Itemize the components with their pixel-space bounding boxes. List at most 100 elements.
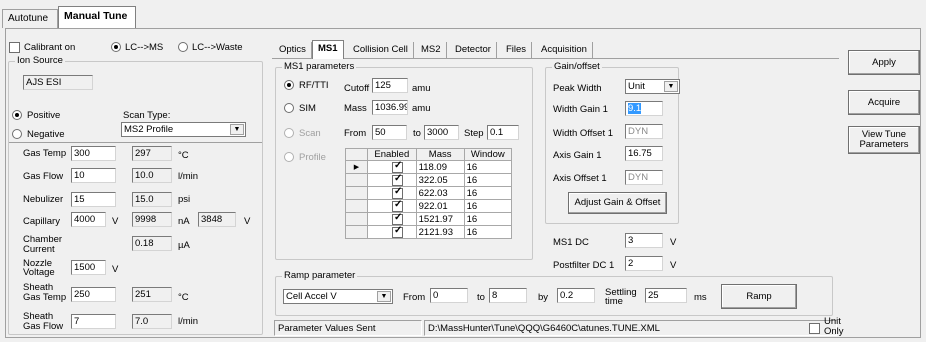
rf-tti-radio[interactable] [284, 80, 294, 90]
enabled-cell[interactable] [367, 173, 417, 187]
postfilter-label: Postfilter DC 1 [553, 260, 615, 271]
scan-radio[interactable] [284, 128, 294, 138]
ramp-to-input[interactable]: 8 [489, 288, 527, 303]
adjust-gain-offset-button[interactable]: Adjust Gain & Offset [568, 192, 667, 214]
enabled-checkbox[interactable] [392, 212, 403, 225]
unit-only-label-2: Only [824, 326, 844, 337]
status-message: Parameter Values Sent [274, 320, 422, 336]
header-corner [345, 148, 368, 161]
ramp-from-label: From [403, 292, 426, 303]
axis-offset-input[interactable]: DYN [625, 170, 663, 185]
lc-waste-radio[interactable] [178, 42, 188, 52]
table-row[interactable]: 622.03 16 [345, 186, 513, 200]
positive-radio[interactable] [12, 110, 22, 120]
table-row[interactable]: ▶ 118.09 16 [345, 160, 513, 174]
lc-ms-radio[interactable] [111, 42, 121, 52]
apply-button[interactable]: Apply [848, 50, 920, 75]
mass-cell[interactable]: 2121.93 [415, 225, 465, 239]
width-gain-input[interactable]: 9.1 [625, 101, 663, 116]
enabled-checkbox[interactable] [392, 225, 403, 238]
tab-acquisition[interactable]: Acquisition [536, 42, 593, 58]
capillary-input[interactable]: 4000 [71, 212, 106, 227]
sheath-temp-input[interactable]: 250 [71, 287, 116, 302]
sheath-temp-unit: °C [178, 292, 189, 303]
width-gain-label: Width Gain 1 [553, 104, 608, 115]
ramp-by-input[interactable]: 0.2 [557, 288, 595, 303]
gas-temp-input[interactable]: 300 [71, 146, 116, 161]
mass-cell[interactable]: 622.03 [415, 186, 465, 200]
scan-to-input[interactable]: 3000 [424, 125, 459, 140]
window-cell[interactable]: 16 [463, 225, 513, 239]
enabled-cell[interactable] [367, 212, 417, 226]
ramp-parameter-select[interactable]: Cell Accel V ▼ [283, 289, 393, 304]
tab-files-label: Files [506, 44, 527, 55]
peak-width-select[interactable]: Unit ▼ [625, 79, 680, 94]
table-row[interactable]: 1521.97 16 [345, 212, 513, 226]
tab-detector[interactable]: Detector [450, 42, 497, 58]
enabled-checkbox[interactable] [392, 199, 403, 212]
tab-autotune[interactable]: Autotune [2, 9, 58, 28]
postfilter-input[interactable]: 2 [625, 256, 663, 271]
window-cell[interactable]: 16 [463, 186, 513, 200]
unit-only-checkbox[interactable] [809, 323, 820, 334]
ramp-from-input[interactable]: 0 [430, 288, 468, 303]
chamber-unit: µA [178, 240, 190, 251]
sim-mass-input[interactable]: 1036.99 [372, 100, 408, 115]
gas-flow-input[interactable]: 10 [71, 168, 116, 183]
profile-radio[interactable] [284, 152, 294, 162]
ms1-dc-input[interactable]: 3 [625, 233, 663, 248]
cutoff-input[interactable]: 125 [372, 78, 408, 93]
enabled-cell[interactable] [367, 160, 417, 174]
tab-manual-tune[interactable]: Manual Tune [58, 6, 136, 29]
tab-files[interactable]: Files [501, 42, 533, 58]
sim-label: SIM [299, 103, 316, 114]
settling-time-input[interactable]: 25 [645, 288, 687, 303]
window-cell[interactable]: 16 [463, 173, 513, 187]
enabled-checkbox[interactable] [392, 173, 403, 186]
table-row[interactable]: 322.05 16 [345, 173, 513, 187]
row-header [345, 186, 368, 200]
enabled-checkbox[interactable] [392, 186, 403, 199]
enabled-cell[interactable] [367, 225, 417, 239]
tab-collision-cell[interactable]: Collision Cell [348, 42, 414, 58]
chevron-down-icon: ▼ [230, 124, 244, 135]
tab-optics[interactable]: Optics [274, 42, 312, 58]
enabled-cell[interactable] [367, 199, 417, 213]
ramp-button[interactable]: Ramp [721, 284, 797, 309]
window-cell[interactable]: 16 [463, 212, 513, 226]
scan-from-input[interactable]: 50 [372, 125, 407, 140]
acquire-button[interactable]: Acquire [848, 90, 920, 115]
tab-ms1[interactable]: MS1 [312, 40, 344, 59]
mass-cell[interactable]: 322.05 [415, 173, 465, 187]
tab-optics-label: Optics [279, 44, 306, 55]
view-tune-parameters-button[interactable]: View Tune Parameters [848, 126, 920, 154]
window-cell[interactable]: 16 [463, 199, 513, 213]
nozzle-input[interactable]: 1500 [71, 260, 106, 275]
width-offset-label: Width Offset 1 [553, 128, 614, 139]
calibrant-checkbox[interactable] [9, 42, 20, 53]
ms1-dc-label: MS1 DC [553, 237, 589, 248]
sheath-flow-label-2: Gas Flow [23, 321, 64, 332]
negative-radio[interactable] [12, 129, 22, 139]
scan-type-select[interactable]: MS2 Profile ▼ [121, 122, 246, 137]
enabled-cell[interactable] [367, 186, 417, 200]
width-offset-input[interactable]: DYN [625, 124, 663, 139]
sheath-flow-input[interactable]: 7 [71, 314, 116, 329]
nozzle-unit: V [112, 264, 119, 275]
table-header: Enabled Mass Window [345, 148, 513, 161]
mass-cell[interactable]: 1521.97 [415, 212, 465, 226]
scan-step-input[interactable]: 0.1 [487, 125, 519, 140]
ms1-parameters-title: MS1 parameters [282, 61, 357, 72]
mass-cell[interactable]: 922.01 [415, 199, 465, 213]
tab-ms2[interactable]: MS2 [416, 42, 447, 58]
sim-radio[interactable] [284, 103, 294, 113]
peak-width-label: Peak Width [553, 83, 602, 94]
enabled-checkbox[interactable] [392, 160, 403, 173]
positive-label: Positive [27, 110, 61, 121]
nebulizer-input[interactable]: 15 [71, 192, 116, 207]
table-row[interactable]: 2121.93 16 [345, 225, 513, 239]
window-cell[interactable]: 16 [463, 160, 513, 174]
mass-cell[interactable]: 118.09 [415, 160, 465, 174]
axis-gain-input[interactable]: 16.75 [625, 146, 663, 161]
table-row[interactable]: 922.01 16 [345, 199, 513, 213]
